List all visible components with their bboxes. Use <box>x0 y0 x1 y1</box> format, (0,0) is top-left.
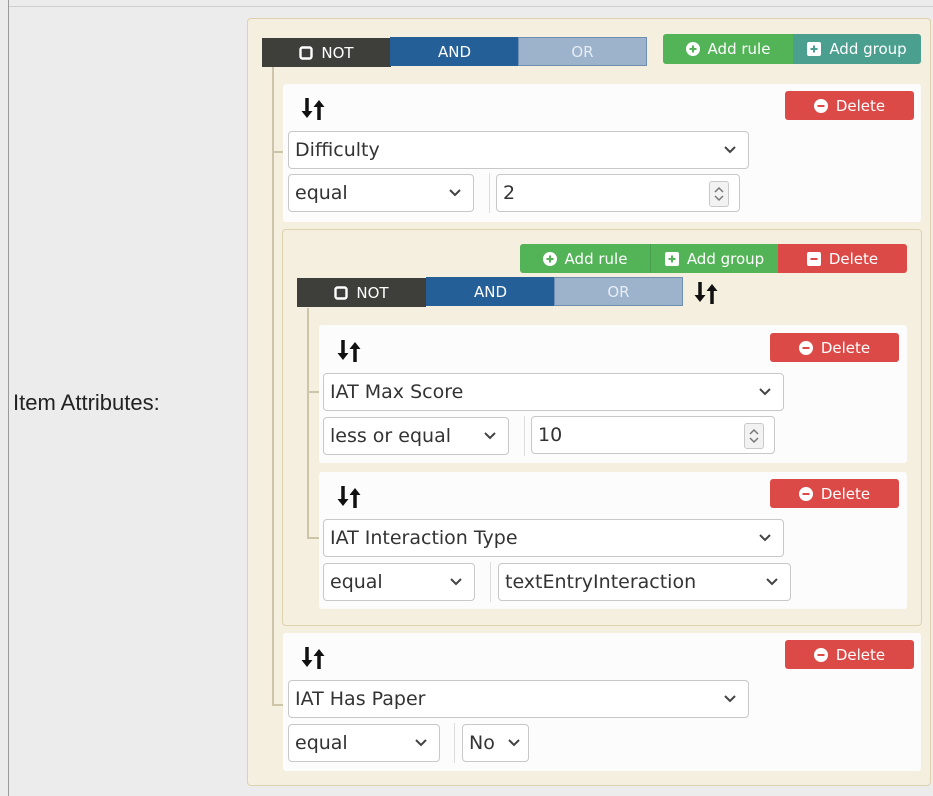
sort-arrows-icon[interactable] <box>336 338 362 364</box>
inner-not-label: NOT <box>356 283 389 302</box>
separator <box>454 723 455 763</box>
operator-select-value: less or equal <box>330 425 451 447</box>
delete-rule-button[interactable]: Delete <box>770 333 899 362</box>
chevron-down-icon <box>415 739 427 747</box>
value-number-text: 2 <box>503 182 516 204</box>
field-select[interactable]: Difficulty <box>288 131 749 169</box>
inner-tree-line <box>307 308 309 538</box>
sort-arrows-icon[interactable] <box>300 645 326 671</box>
minus-circle-icon <box>798 486 813 501</box>
sort-arrows-icon[interactable] <box>300 96 326 122</box>
spinner-arrows-icon <box>714 186 724 202</box>
minus-circle-icon <box>798 340 813 355</box>
inner-add-group-button[interactable]: Add group <box>650 244 778 273</box>
frame-top-border <box>8 6 933 7</box>
value-select[interactable]: No <box>462 724 529 762</box>
inner-delete-group-button[interactable]: Delete <box>778 244 907 273</box>
outer-not-toggle[interactable]: NOT <box>262 38 391 67</box>
operator-select[interactable]: equal <box>323 563 475 601</box>
field-select-value: IAT Interaction Type <box>330 527 518 549</box>
value-select-value: No <box>469 732 495 754</box>
minus-square-icon <box>806 251 821 266</box>
chevron-down-icon <box>759 534 771 542</box>
inner-delete-label: Delete <box>828 249 879 268</box>
outer-or-toggle[interactable]: OR <box>518 37 647 66</box>
chevron-down-icon <box>766 578 778 586</box>
spinner-arrows-icon <box>749 428 759 444</box>
delete-label: Delete <box>820 338 871 357</box>
value-select-value: textEntryInteraction <box>505 571 697 593</box>
value-number-input[interactable]: 10 <box>531 416 775 454</box>
inner-add-rule-label: Add rule <box>564 249 628 268</box>
delete-label: Delete <box>835 645 886 664</box>
number-spinner[interactable] <box>709 181 729 207</box>
separator <box>524 416 525 456</box>
inner-add-group-label: Add group <box>686 249 765 268</box>
chevron-down-icon <box>724 146 736 154</box>
inner-and-label: AND <box>473 282 508 301</box>
delete-rule-button[interactable]: Delete <box>785 640 914 669</box>
field-select[interactable]: IAT Interaction Type <box>323 519 784 557</box>
delete-rule-button[interactable]: Delete <box>770 479 899 508</box>
inner-add-rule-button[interactable]: Add rule <box>520 244 650 273</box>
field-select[interactable]: IAT Has Paper <box>288 680 749 718</box>
outer-add-rule-label: Add rule <box>707 40 771 58</box>
operator-select[interactable]: equal <box>288 724 440 762</box>
operator-select-value: equal <box>295 182 348 204</box>
inner-or-label: OR <box>607 282 630 301</box>
minus-circle-icon <box>813 647 828 662</box>
outer-and-label: AND <box>437 42 472 61</box>
operator-select[interactable]: less or equal <box>323 417 509 455</box>
outer-and-toggle[interactable]: AND <box>390 37 519 66</box>
delete-label: Delete <box>820 484 871 503</box>
chevron-down-icon <box>508 739 520 747</box>
delete-rule-button[interactable]: Delete <box>785 91 914 120</box>
value-select[interactable]: textEntryInteraction <box>498 563 791 601</box>
separator <box>489 173 490 213</box>
plus-square-icon <box>664 251 679 266</box>
operator-select-value: equal <box>295 732 348 754</box>
outer-add-group-label: Add group <box>829 40 907 58</box>
plus-square-icon <box>807 42 822 56</box>
chevron-down-icon <box>484 432 496 440</box>
outer-tree-line <box>272 66 274 706</box>
sort-arrows-icon[interactable] <box>693 280 719 306</box>
checkbox-icon <box>299 45 314 60</box>
chevron-down-icon <box>450 578 462 586</box>
plus-circle-icon <box>685 42 700 56</box>
field-select-value: IAT Has Paper <box>295 688 426 710</box>
inner-or-toggle[interactable]: OR <box>554 277 683 306</box>
sort-arrows-icon[interactable] <box>336 484 362 510</box>
field-select-value: Difficulty <box>295 139 380 161</box>
field-select[interactable]: IAT Max Score <box>323 373 784 411</box>
value-number-input[interactable]: 2 <box>496 174 740 212</box>
chevron-down-icon <box>724 695 736 703</box>
delete-label: Delete <box>835 96 886 115</box>
number-spinner[interactable] <box>744 423 764 449</box>
chevron-down-icon <box>759 388 771 396</box>
frame-left-border <box>8 0 9 796</box>
inner-and-toggle[interactable]: AND <box>426 277 555 306</box>
checkbox-icon <box>334 285 349 300</box>
item-attributes-label: Item Attributes: <box>13 390 160 415</box>
outer-not-label: NOT <box>321 43 354 62</box>
minus-circle-icon <box>813 98 828 113</box>
operator-select-value: equal <box>330 571 383 593</box>
chevron-down-icon <box>449 189 461 197</box>
plus-circle-icon <box>542 251 557 266</box>
outer-add-group-button[interactable]: Add group <box>793 34 921 64</box>
value-number-text: 10 <box>538 424 563 446</box>
outer-or-label: OR <box>571 42 594 61</box>
inner-not-toggle[interactable]: NOT <box>297 278 426 307</box>
separator <box>490 562 491 602</box>
outer-add-rule-button[interactable]: Add rule <box>663 34 793 64</box>
field-select-value: IAT Max Score <box>330 381 464 403</box>
operator-select[interactable]: equal <box>288 174 474 212</box>
